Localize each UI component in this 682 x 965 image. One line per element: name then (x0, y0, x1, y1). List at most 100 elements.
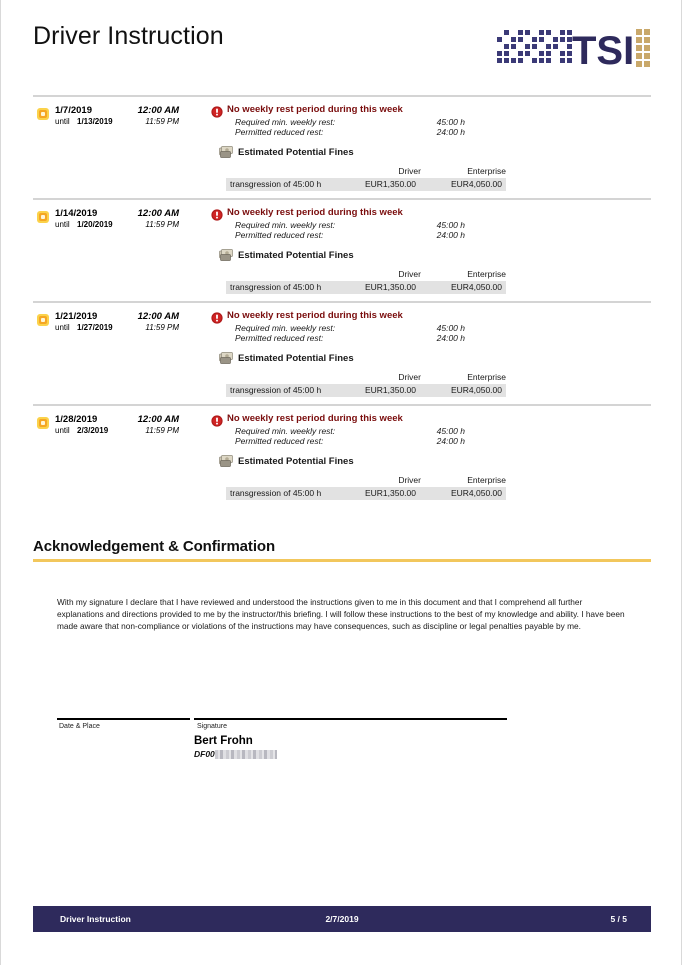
alert-error-icon (211, 415, 223, 427)
detail-label: Permitted reduced rest: (235, 127, 324, 137)
date-place-label: Date & Place (59, 723, 100, 730)
entry-end-time: 11:59 PM (145, 117, 179, 126)
detail-value: 24:00 h (436, 127, 465, 137)
logo-dot-matrix (497, 30, 572, 63)
entry-start-time: 12:00 AM (137, 414, 179, 425)
entry-separator (33, 95, 651, 97)
tsi-wordmark: TSI (572, 29, 634, 72)
entry-separator (33, 198, 651, 200)
entry-start-time: 12:00 AM (137, 105, 179, 116)
acknowledgement-rule (33, 559, 651, 562)
tsi-logo-svg: TSI (497, 29, 650, 73)
money-icon (219, 146, 233, 158)
fines-title: Estimated Potential Fines (238, 456, 354, 467)
driver-id-prefix: DF00 (194, 749, 215, 759)
violation-title: No weekly rest period during this week (227, 207, 403, 218)
violation-title: No weekly rest period during this week (227, 310, 403, 321)
detail-value: 45:00 h (436, 220, 465, 230)
signature-label: Signature (197, 723, 227, 730)
violation-entry: 1/14/2019 12:00 AM until 1/20/2019 11:59… (33, 198, 651, 301)
entry-separator (33, 301, 651, 303)
detail-value: 24:00 h (436, 333, 465, 343)
money-icon (219, 352, 233, 364)
money-icon (219, 455, 233, 467)
fines-col-driver-header: Driver (398, 269, 421, 279)
entry-end-date: 1/20/2019 (77, 220, 113, 229)
entry-start-date: 1/7/2019 (55, 105, 92, 116)
fines-title: Estimated Potential Fines (238, 353, 354, 364)
detail-value: 24:00 h (436, 436, 465, 446)
entry-start: 1/7/2019 12:00 AM (55, 105, 179, 117)
fines-col-driver-header: Driver (398, 372, 421, 382)
entry-end: until 1/20/2019 11:59 PM (55, 220, 179, 232)
entry-end-time: 11:59 PM (145, 220, 179, 229)
fines-driver-amount: EUR1,350.00 (364, 179, 416, 189)
fines-col-enterprise-header: Enterprise (467, 475, 506, 485)
fines-description: transgression of 45:00 h (230, 385, 322, 395)
entry-start: 1/21/2019 12:00 AM (55, 311, 179, 323)
page-footer: Driver Instruction 2/7/2019 5 / 5 (33, 906, 651, 932)
detail-label: Permitted reduced rest: (235, 230, 324, 240)
detail-label: Permitted reduced rest: (235, 333, 324, 343)
entry-start-date: 1/21/2019 (55, 311, 98, 322)
document-page: Driver Instruction TSI 1/7/2019 12:00 AM… (0, 0, 682, 965)
entry-until-label: until (55, 220, 70, 229)
detail-label: Required min. weekly rest: (235, 323, 336, 333)
driver-id-redaction (214, 750, 277, 759)
fines-enterprise-amount: EUR4,050.00 (450, 179, 502, 189)
alert-error-icon (211, 106, 223, 118)
table-row: transgression of 45:00 h EUR1,350.00 EUR… (226, 281, 506, 294)
date-place-line (57, 718, 190, 720)
fines-col-enterprise-header: Enterprise (467, 269, 506, 279)
entry-start-time: 12:00 AM (137, 311, 179, 322)
fines-table-header: Driver Enterprise (226, 372, 506, 384)
fines-description: transgression of 45:00 h (230, 179, 322, 189)
fines-table: Driver Enterprise transgression of 45:00… (226, 475, 506, 500)
sun-icon (37, 211, 49, 223)
driver-id: DF00 (194, 749, 277, 759)
detail-label: Required min. weekly rest: (235, 220, 336, 230)
entry-until-label: until (55, 426, 70, 435)
sun-icon (37, 417, 49, 429)
violation-title: No weekly rest period during this week (227, 104, 403, 115)
fines-driver-amount: EUR1,350.00 (364, 282, 416, 292)
entry-end-time: 11:59 PM (145, 426, 179, 435)
fines-enterprise-amount: EUR4,050.00 (450, 282, 502, 292)
entry-until-label: until (55, 117, 70, 126)
logo-grid (636, 29, 650, 67)
detail-value: 45:00 h (436, 323, 465, 333)
violation-entry-list: 1/7/2019 12:00 AM until 1/13/2019 11:59 … (33, 95, 651, 507)
fines-description: transgression of 45:00 h (230, 282, 322, 292)
acknowledgement-body: With my signature I declare that I have … (57, 597, 625, 632)
fines-table-header: Driver Enterprise (226, 475, 506, 487)
sun-icon (37, 314, 49, 326)
entry-end-date: 2/3/2019 (77, 426, 109, 435)
fines-table-header: Driver Enterprise (226, 166, 506, 178)
fines-enterprise-amount: EUR4,050.00 (450, 385, 502, 395)
fines-title: Estimated Potential Fines (238, 250, 354, 261)
entry-separator (33, 404, 651, 406)
violation-entry: 1/28/2019 12:00 AM until 2/3/2019 11:59 … (33, 404, 651, 507)
detail-value: 24:00 h (436, 230, 465, 240)
signature-line (194, 718, 507, 720)
footer-date: 2/7/2019 (325, 914, 359, 924)
footer-page-number: 5 / 5 (610, 914, 627, 924)
entry-end: until 1/27/2019 11:59 PM (55, 323, 179, 335)
entry-start-date: 1/14/2019 (55, 208, 98, 219)
entry-until-label: until (55, 323, 70, 332)
fines-col-enterprise-header: Enterprise (467, 372, 506, 382)
fines-description: transgression of 45:00 h (230, 488, 322, 498)
detail-value: 45:00 h (436, 426, 465, 436)
detail-label: Required min. weekly rest: (235, 117, 336, 127)
detail-label: Permitted reduced rest: (235, 436, 324, 446)
alert-error-icon (211, 312, 223, 324)
entry-end: until 1/13/2019 11:59 PM (55, 117, 179, 129)
alert-error-icon (211, 209, 223, 221)
entry-start: 1/14/2019 12:00 AM (55, 208, 179, 220)
money-icon (219, 249, 233, 261)
fines-table: Driver Enterprise transgression of 45:00… (226, 166, 506, 191)
page-title: Driver Instruction (33, 22, 224, 50)
detail-value: 45:00 h (436, 117, 465, 127)
fines-driver-amount: EUR1,350.00 (364, 488, 416, 498)
fines-title: Estimated Potential Fines (238, 147, 354, 158)
